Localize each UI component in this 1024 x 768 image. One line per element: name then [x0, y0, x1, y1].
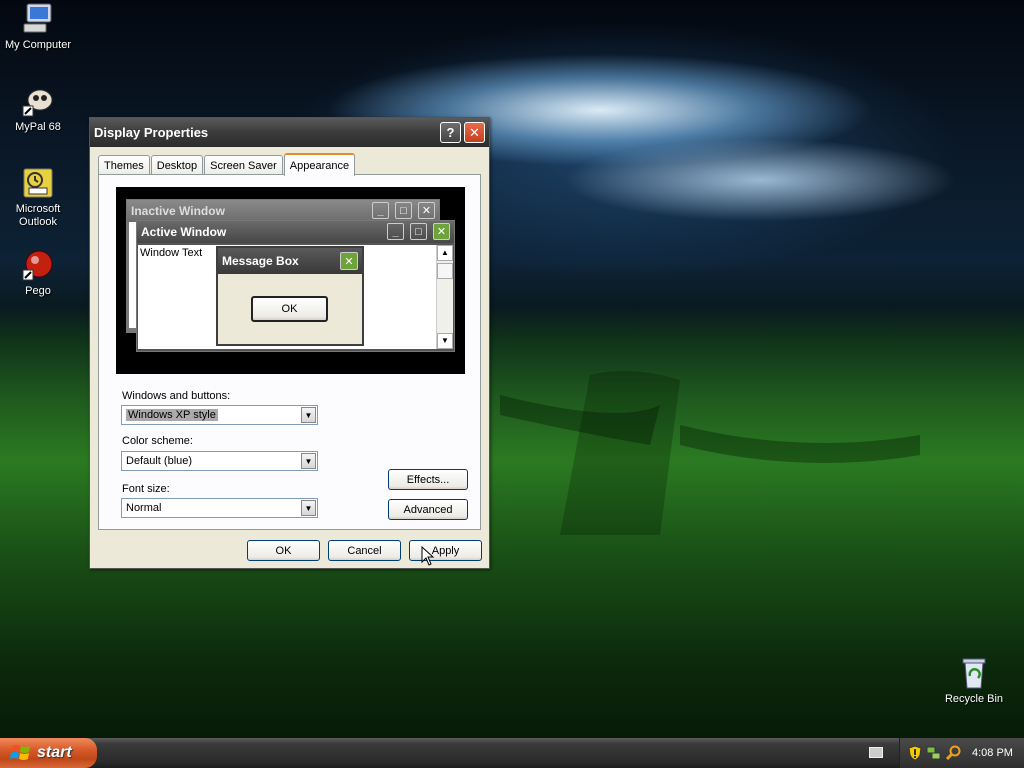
maximize-icon: □ — [395, 202, 412, 219]
desktop-icon-label: My Computer — [4, 39, 72, 51]
preview-message-titlebar: Message Box ✕ — [218, 248, 362, 274]
scroll-down-icon: ▼ — [437, 333, 453, 349]
cancel-button[interactable]: Cancel — [328, 540, 401, 561]
preview-active-title: Active Window — [141, 225, 227, 239]
desktop-icon-pego[interactable]: Pego — [0, 248, 76, 298]
outlook-icon — [21, 166, 55, 200]
windows-buttons-value: Windows XP style — [126, 409, 218, 421]
start-label: start — [37, 744, 72, 761]
close-icon: ✕ — [340, 252, 358, 270]
mypal-icon — [21, 84, 55, 118]
desktop-icon-mypal[interactable]: MyPal 68 — [0, 84, 76, 134]
preview-message-ok: OK — [251, 296, 328, 322]
color-scheme-label: Color scheme: — [122, 435, 193, 447]
search-icon[interactable] — [946, 745, 962, 761]
windows-logo-icon — [10, 745, 30, 760]
desktop-icon-label: Recycle Bin — [944, 693, 1004, 705]
desktop-icon-outlook[interactable]: Microsoft Outlook — [0, 166, 76, 229]
minimize-icon: _ — [372, 202, 389, 219]
scroll-thumb — [437, 263, 453, 279]
tab-strip: Themes Desktop Screen Saver Appearance — [98, 153, 356, 176]
clock[interactable]: 4:08 PM — [972, 747, 1013, 759]
mouse-cursor-icon — [421, 546, 435, 566]
tab-themes[interactable]: Themes — [98, 155, 150, 175]
font-size-select[interactable]: Normal ▼ — [121, 498, 318, 518]
desktop-icon-label: Pego — [25, 285, 51, 297]
preview-inactive-titlebar: Inactive Window _ □ ✕ — [127, 200, 439, 222]
windows-buttons-label: Windows and buttons: — [122, 390, 231, 402]
taskbar: start 4:08 PM — [0, 738, 1024, 768]
close-icon: ✕ — [469, 124, 480, 140]
recycle-bin-icon — [957, 656, 991, 690]
close-icon: ✕ — [433, 223, 450, 240]
dialog-titlebar[interactable]: Display Properties ? ✕ — [90, 118, 489, 147]
display-properties-dialog: Display Properties ? ✕ Themes Desktop Sc… — [89, 117, 490, 569]
help-icon: ? — [446, 125, 455, 140]
close-icon: ✕ — [418, 202, 435, 219]
chevron-down-icon[interactable]: ▼ — [301, 453, 316, 469]
chevron-down-icon[interactable]: ▼ — [301, 407, 316, 423]
help-button[interactable]: ? — [440, 122, 461, 143]
desktop-icon-label: MyPal 68 — [15, 121, 61, 133]
preview-message-box: Message Box ✕ OK — [216, 246, 364, 346]
preview-message-title: Message Box — [222, 254, 299, 268]
preview-scrollbar: ▲ ▼ — [436, 245, 453, 349]
color-scheme-value: Default (blue) — [126, 455, 193, 467]
tab-desktop[interactable]: Desktop — [150, 155, 204, 175]
scroll-up-icon: ▲ — [437, 245, 453, 261]
font-size-label: Font size: — [122, 483, 170, 495]
my-computer-icon — [21, 2, 55, 36]
appearance-panel: Inactive Window _ □ ✕ Active Window _ □ … — [98, 174, 481, 530]
apply-button[interactable]: Apply — [409, 540, 482, 561]
tab-appearance[interactable]: Appearance — [283, 153, 356, 176]
windows-buttons-select[interactable]: Windows XP style ▼ — [121, 405, 318, 425]
tab-screen-saver[interactable]: Screen Saver — [204, 155, 283, 175]
maximize-icon: □ — [410, 223, 427, 240]
wallpaper-logo-shadow — [500, 371, 920, 535]
appearance-preview: Inactive Window _ □ ✕ Active Window _ □ … — [116, 187, 465, 374]
chevron-down-icon[interactable]: ▼ — [301, 500, 316, 516]
desktop-icon-recycle-bin[interactable]: Recycle Bin — [936, 656, 1012, 706]
security-shield-icon[interactable] — [908, 745, 922, 761]
color-scheme-select[interactable]: Default (blue) ▼ — [121, 451, 318, 471]
keyboard-icon[interactable] — [869, 747, 883, 758]
system-tray: 4:08 PM — [899, 738, 1024, 768]
preview-window-text: Window Text — [140, 247, 203, 259]
start-button[interactable]: start — [0, 738, 97, 768]
effects-button[interactable]: Effects... — [388, 469, 468, 490]
dialog-title: Display Properties — [94, 125, 209, 140]
desktop-icon-label: Outlook — [19, 216, 57, 228]
desktop-icon-my-computer[interactable]: My Computer — [0, 2, 76, 52]
font-size-value: Normal — [126, 502, 162, 514]
advanced-button[interactable]: Advanced — [388, 499, 468, 520]
preview-active-titlebar: Active Window _ □ ✕ — [137, 221, 454, 243]
ok-button[interactable]: OK — [247, 540, 320, 561]
network-icon[interactable] — [926, 745, 942, 761]
minimize-icon: _ — [387, 223, 404, 240]
desktop-icon-label: Microsoft — [15, 203, 61, 215]
close-button[interactable]: ✕ — [464, 122, 485, 143]
pego-icon — [21, 248, 55, 282]
preview-inactive-title: Inactive Window — [131, 204, 225, 218]
